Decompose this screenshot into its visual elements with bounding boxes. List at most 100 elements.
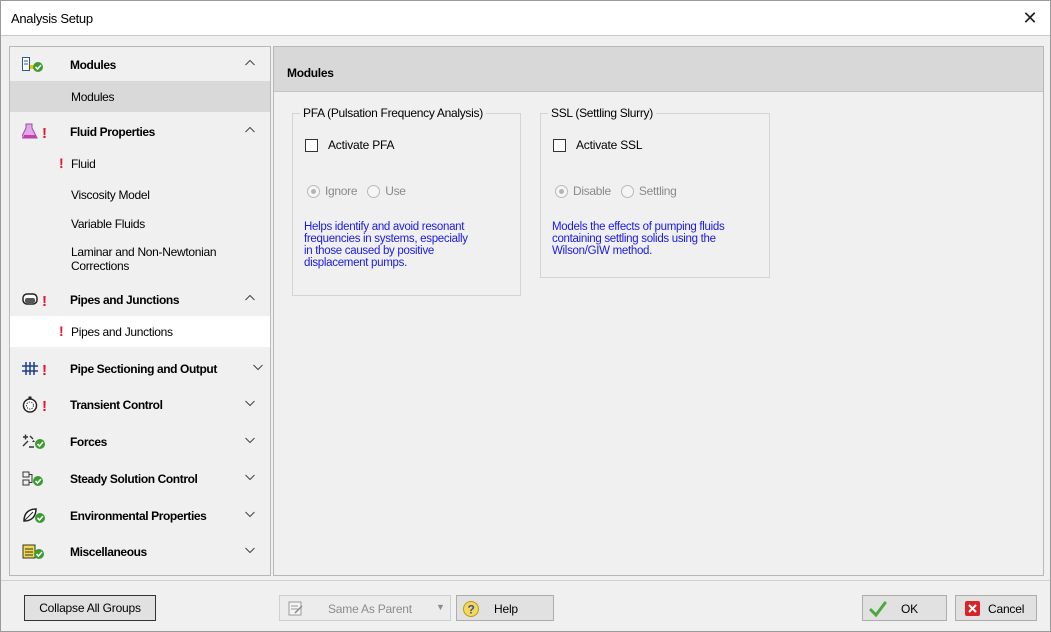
pfa-group-legend: PFA (Pulsation Frequency Analysis) [300,106,486,120]
pfa-description: Helps identify and avoid resonant freque… [304,221,468,269]
ssl-description: Models the effects of pumping fluids con… [552,221,725,257]
sidebar-item-viscosity-model[interactable]: Viscosity Model [10,179,270,210]
help-label: Help [494,602,518,616]
cancel-button[interactable]: Cancel [955,595,1037,621]
group-label: Fluid Properties [70,125,155,139]
help-icon: ? [463,601,479,617]
group-label: Modules [70,58,116,72]
analysis-setup-dialog: Analysis Setup ✕ Modules Modules ! Fluid… [0,0,1051,632]
svg-text:!: ! [42,362,47,377]
collapse-all-groups-button[interactable]: Collapse All Groups [24,595,156,621]
chevron-up-icon[interactable] [244,57,256,69]
activate-ssl-checkbox[interactable]: Activate SSL [553,138,643,152]
forces-check-icon [22,434,45,449]
warning-icon: ! [59,155,64,171]
sidebar-item-laminar-corrections[interactable]: Laminar and Non-Newtonian Corrections [10,240,270,282]
content-header: Modules [274,47,1043,92]
group-modules[interactable]: Modules [10,47,270,81]
group-pipe-sectioning[interactable]: ! Pipe Sectioning and Output [10,351,270,385]
description-line: containing settling solids using the [552,233,716,245]
cancel-x-icon [965,601,980,616]
checkbox-box[interactable] [305,138,318,152]
leaf-check-icon [23,508,45,523]
sidebar-item-label: Viscosity Model [71,188,150,202]
title-divider [1,35,1050,36]
checkbox-label: Activate PFA [328,138,395,152]
chevron-down-icon[interactable] [244,544,256,556]
activate-pfa-checkbox[interactable]: Activate PFA [305,138,394,152]
group-forces[interactable]: Forces [10,424,270,458]
chevron-down-icon[interactable] [244,434,256,446]
warning-icon: ! [59,323,64,339]
description-line: Models the effects of pumping fluids [552,221,725,233]
group-environmental-properties[interactable]: Environmental Properties [10,498,270,532]
flask-warning-icon: ! [22,123,47,140]
group-label: Pipes and Junctions [70,293,180,307]
ssl-module-group: SSL (Settling Slurry) Activate SSL Disab… [540,106,770,278]
svg-text:!: ! [42,398,47,413]
window-title: Analysis Setup [11,11,93,26]
description-line: Wilson/GIW method. [552,245,653,257]
description-line: displacement pumps. [304,257,407,269]
modules-check-icon [22,57,43,72]
checkbox-box[interactable] [553,138,566,152]
pfa-radio-group: Ignore Use [307,184,416,198]
sidebar-item-fluid[interactable]: ! Fluid [10,148,270,179]
group-label: Pipe Sectioning and Output [70,362,217,376]
sidebar-item-label: Laminar and Non-Newtonian Corrections [71,245,217,273]
disable-radio[interactable] [555,184,568,198]
svg-text:?: ? [468,603,475,617]
chevron-down-icon[interactable] [244,471,256,483]
sidebar-item-label: Fluid [71,157,96,171]
description-line: frequencies in systems, especially [304,233,468,245]
radio-label: Use [385,184,406,198]
group-miscellaneous[interactable]: Miscellaneous [10,534,270,568]
pipe-warning-icon: ! [22,293,47,308]
solution-check-icon [22,471,43,486]
radio-label: Ignore [325,184,358,198]
chevron-down-icon[interactable] [244,508,256,520]
checkmark-icon [869,601,887,618]
misc-check-icon [22,544,44,559]
group-label: Transient Control [70,398,163,412]
title-bar: Analysis Setup ✕ [1,1,1050,35]
sectioning-warning-icon: ! [22,362,47,377]
content-panel: Modules PFA (Pulsation Frequency Analysi… [273,46,1044,576]
group-label: Miscellaneous [70,545,147,559]
sidebar-item-label: Pipes and Junctions [71,325,173,339]
same-as-parent-label: Same As Parent [328,602,412,616]
chevron-down-icon[interactable] [252,361,264,373]
cancel-label: Cancel [988,602,1025,616]
pfa-module-group: PFA (Pulsation Frequency Analysis) Activ… [292,106,521,296]
group-steady-solution-control[interactable]: Steady Solution Control [10,461,270,495]
footer-divider [1,580,1050,581]
chevron-down-icon[interactable] [244,397,256,409]
group-fluid-properties[interactable]: ! Fluid Properties [10,114,270,148]
svg-text:!: ! [42,293,47,308]
chevron-up-icon[interactable] [244,292,256,304]
radio-label: Settling [638,184,677,198]
notepad-icon [288,601,303,616]
ok-label: OK [901,602,918,616]
help-button[interactable]: ? Help [456,595,554,621]
sidebar-item-modules[interactable]: Modules [10,81,270,112]
ok-button[interactable]: OK [862,595,947,621]
group-label: Environmental Properties [70,509,207,523]
settling-radio[interactable] [620,184,634,198]
description-line: in those caused by positive [304,245,434,257]
sidebar-item-variable-fluids[interactable]: Variable Fluids [10,210,270,240]
close-icon[interactable]: ✕ [1010,1,1050,35]
ssl-radio-group: Disable Settling [555,184,687,198]
chevron-up-icon[interactable] [244,124,256,136]
radio-label: Disable [573,184,611,198]
ignore-radio[interactable] [307,184,320,198]
sidebar-item-label: Modules [71,90,115,104]
ssl-group-legend: SSL (Settling Slurry) [548,106,656,120]
group-transient-control[interactable]: ! Transient Control [10,387,270,421]
use-radio[interactable] [367,184,381,198]
description-line: Helps identify and avoid resonant [304,221,465,233]
group-pipes-and-junctions[interactable]: ! Pipes and Junctions [10,282,270,316]
same-as-parent-dropdown[interactable]: Same As Parent ▼ [279,595,451,621]
sidebar-item-pipes-and-junctions[interactable]: ! Pipes and Junctions [10,316,270,347]
sidebar-item-label: Variable Fluids [71,217,145,231]
